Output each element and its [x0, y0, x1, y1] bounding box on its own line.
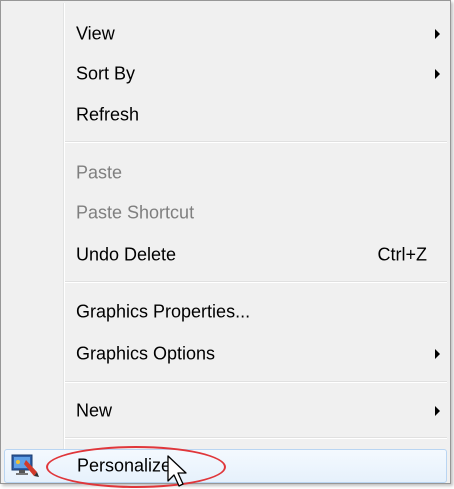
- menu-item-graphics-options[interactable]: Graphics Options: [4, 336, 447, 372]
- menu-item-refresh[interactable]: Refresh: [4, 97, 447, 133]
- personalize-icon: [11, 454, 39, 477]
- mouse-pointer-icon: [167, 455, 187, 487]
- submenu-arrow-icon: [435, 29, 440, 39]
- menu-item-label: View: [76, 23, 115, 44]
- menu-item-label: Refresh: [76, 104, 140, 125]
- menu-item-new[interactable]: New: [4, 393, 447, 429]
- menu-item-label: Undo Delete: [76, 244, 177, 265]
- menu-separator: [65, 437, 447, 439]
- menu-separator: [65, 381, 447, 383]
- desktop-context-menu: View Sort By Refresh Paste Paste Shortcu…: [0, 0, 451, 484]
- menu-item-view[interactable]: View: [4, 16, 447, 52]
- menu-separator: [65, 141, 447, 143]
- menu-item-paste-shortcut[interactable]: Paste Shortcut: [4, 195, 447, 231]
- menu-item-label: Sort By: [76, 63, 136, 84]
- menu-item-sort-by[interactable]: Sort By: [4, 56, 447, 92]
- menu-item-graphics-properties[interactable]: Graphics Properties...: [4, 294, 447, 330]
- submenu-arrow-icon: [435, 69, 440, 79]
- submenu-arrow-icon: [435, 349, 440, 359]
- menu-item-personalize[interactable]: Personalize: [4, 449, 447, 483]
- menu-item-label: Personalize: [77, 455, 172, 476]
- menu-item-label: Graphics Properties...: [76, 301, 251, 322]
- menu-separator: [65, 281, 447, 283]
- menu-item-undo-delete[interactable]: Undo Delete Ctrl+Z: [4, 237, 447, 273]
- menu-item-paste[interactable]: Paste: [4, 155, 447, 191]
- menu-item-label: Paste Shortcut: [76, 202, 195, 223]
- submenu-arrow-icon: [435, 406, 440, 416]
- menu-item-label: New: [76, 400, 113, 421]
- menu-item-shortcut: Ctrl+Z: [377, 244, 428, 265]
- menu-item-label: Graphics Options: [76, 343, 216, 364]
- menu-item-label: Paste: [76, 162, 123, 183]
